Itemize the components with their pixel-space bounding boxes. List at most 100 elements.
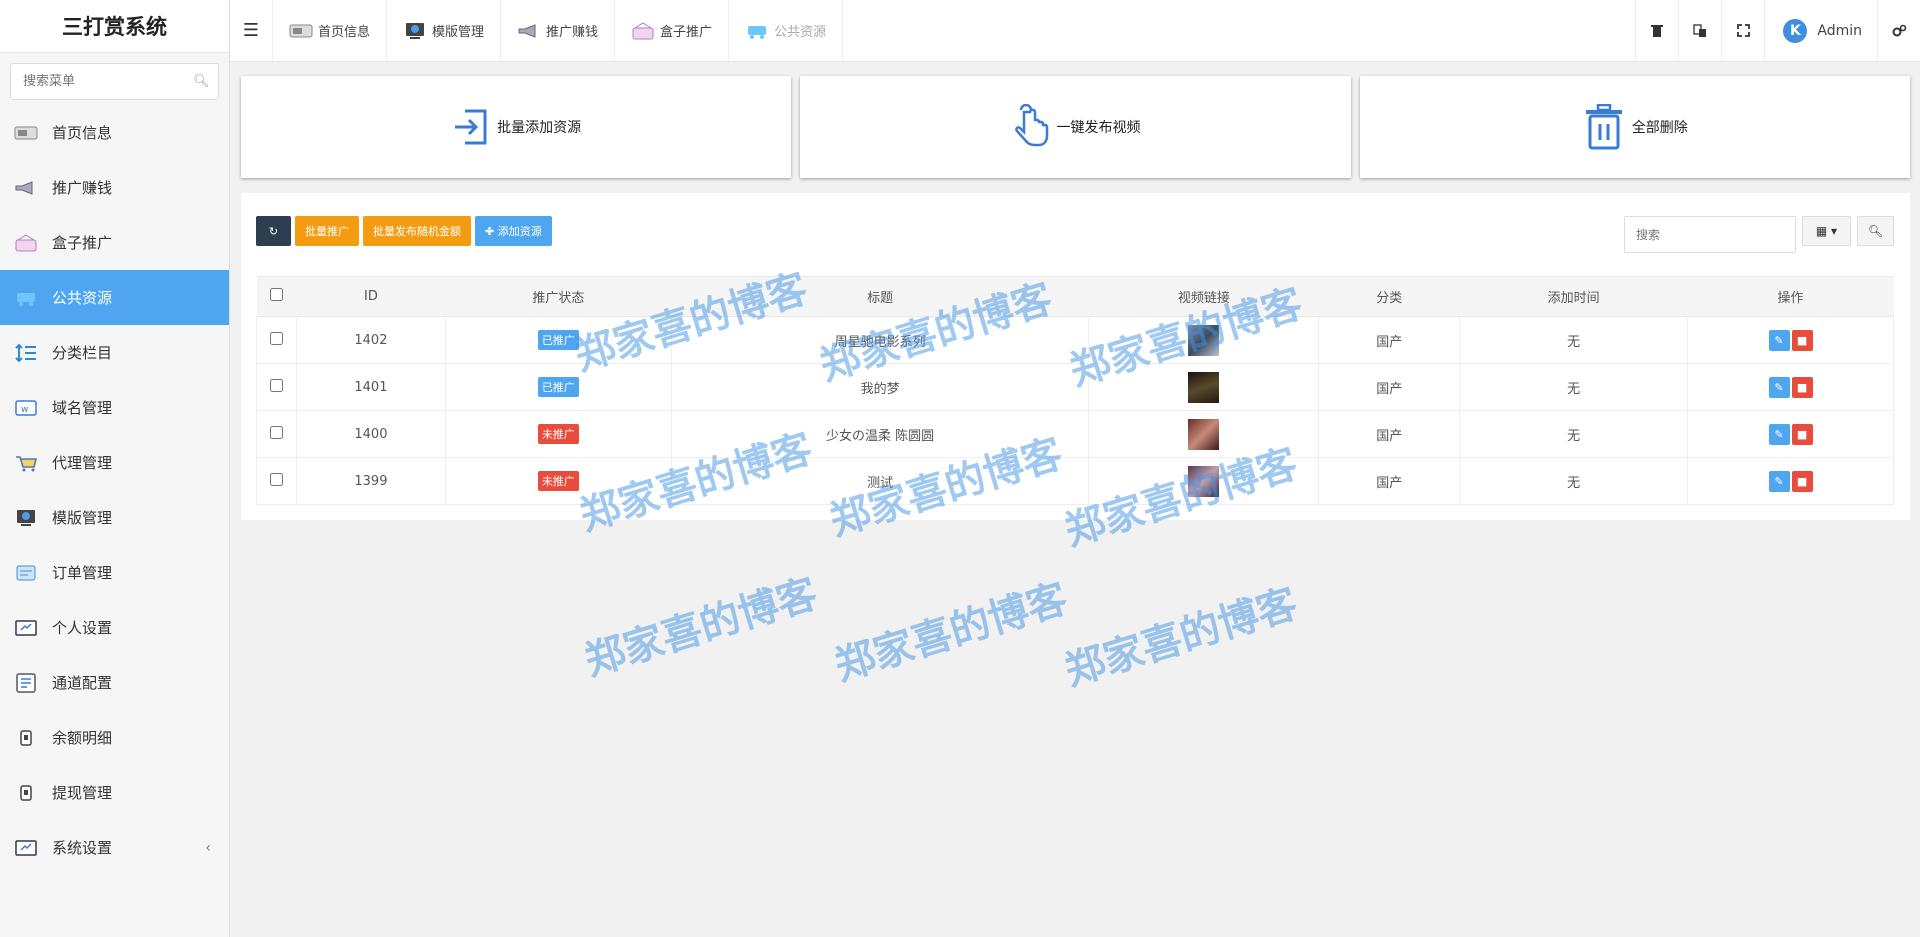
batch-promote-button[interactable]: 批量推广 bbox=[295, 216, 359, 246]
select-all-checkbox[interactable] bbox=[269, 288, 283, 301]
tab-public-resource[interactable]: 公共资源 bbox=[728, 0, 844, 61]
tab-box[interactable]: 盒子推广 bbox=[614, 0, 728, 61]
row-checkbox[interactable] bbox=[269, 331, 283, 345]
sidebar-item-domain[interactable]: w 域名管理 bbox=[0, 380, 229, 435]
sidebar-item-label: 模版管理 bbox=[52, 509, 113, 527]
column-header[interactable]: 推广状态 bbox=[445, 276, 672, 317]
tab-home[interactable]: 首页信息 bbox=[272, 0, 386, 61]
import-icon bbox=[455, 109, 487, 145]
sidebar-item-template[interactable]: 模版管理 bbox=[0, 490, 229, 545]
edit-pencil-icon[interactable]: ✎ bbox=[1768, 470, 1790, 492]
title-cell: 少女の温柔 陈圆圆 bbox=[670, 410, 1089, 458]
actions-cell: ✎ ■ bbox=[1687, 316, 1894, 364]
delete-trash-icon[interactable]: ■ bbox=[1791, 329, 1813, 351]
table-row: 1402 已推广 周星驰电影系列 国产 无 ✎ ■ bbox=[256, 316, 1894, 364]
row-checkbox[interactable] bbox=[269, 378, 283, 392]
menu-search-input[interactable] bbox=[23, 74, 193, 89]
publish-card[interactable]: 一键发布视频 bbox=[800, 76, 1351, 178]
resource-icon bbox=[745, 23, 769, 39]
batch-random-amount-button[interactable]: 批量发布随机金额 bbox=[363, 216, 471, 246]
fullscreen-icon[interactable] bbox=[1721, 0, 1764, 61]
sidebar-item-label: 提现管理 bbox=[52, 784, 113, 802]
top-right-tools: K Admin bbox=[1635, 0, 1920, 61]
id-cell: 1400 bbox=[295, 410, 446, 458]
column-header[interactable]: 添加时间 bbox=[1459, 276, 1688, 317]
sidebar-item-category[interactable]: 分类栏目 bbox=[0, 325, 229, 380]
column-header[interactable]: 视频链接 bbox=[1088, 276, 1319, 317]
table-row: 1400 未推广 少女の温柔 陈圆圆 国产 无 ✎ ■ bbox=[256, 410, 1894, 458]
menu-search[interactable]: 🔍︎ bbox=[10, 63, 219, 100]
resource-table: ID 推广状态 标题 视频链接 分类 添加时间 操作 1402 已推广 周星驰电… bbox=[256, 276, 1894, 505]
sidebar-item-order[interactable]: 订单管理 bbox=[0, 545, 229, 600]
video-thumbnail[interactable] bbox=[1188, 465, 1220, 497]
sidebar-item-box[interactable]: 盒子推广 bbox=[0, 215, 229, 270]
refresh-icon: ↻ bbox=[268, 224, 279, 238]
translate-icon[interactable] bbox=[1678, 0, 1721, 61]
sidebar-item-label: 余额明细 bbox=[52, 729, 113, 747]
video-thumbnail[interactable] bbox=[1188, 418, 1220, 450]
video-thumbnail[interactable] bbox=[1188, 371, 1220, 403]
status-badge: 已推广 bbox=[537, 377, 579, 397]
delete-trash-icon[interactable]: ■ bbox=[1791, 376, 1813, 398]
avatar: K bbox=[1783, 18, 1808, 43]
column-header[interactable]: 操作 bbox=[1687, 276, 1894, 317]
resource-icon bbox=[13, 288, 39, 308]
edit-pencil-icon[interactable]: ✎ bbox=[1768, 329, 1790, 351]
edit-pencil-icon[interactable]: ✎ bbox=[1768, 376, 1790, 398]
tap-hand-icon bbox=[1015, 104, 1049, 147]
table-search[interactable] bbox=[1624, 216, 1796, 253]
sidebar-item-agent[interactable]: 代理管理 bbox=[0, 435, 229, 490]
row-select-cell bbox=[256, 410, 297, 458]
title-cell: 周星驰电影系列 bbox=[670, 316, 1089, 364]
search-icon: 🔍︎ bbox=[1867, 224, 1884, 238]
trash-icon[interactable] bbox=[1635, 0, 1678, 61]
add-resource-button[interactable]: ✚ 添加资源 bbox=[475, 216, 552, 246]
batch-add-card[interactable]: 批量添加资源 bbox=[241, 76, 792, 178]
menu-toggle-icon[interactable]: ☰ bbox=[230, 0, 272, 61]
delete-all-card[interactable]: 全部删除 bbox=[1359, 76, 1910, 178]
system-settings-icon bbox=[13, 838, 39, 858]
status-cell: 未推广 bbox=[444, 410, 672, 458]
sidebar-item-label: 域名管理 bbox=[52, 399, 113, 417]
delete-trash-icon[interactable]: ■ bbox=[1791, 423, 1813, 445]
sidebar-item-promote[interactable]: 推广赚钱 bbox=[0, 160, 229, 215]
resource-table-panel: ↻ 批量推广 批量发布随机金额 ✚ 添加资源 ▦ ▾ 🔍︎ ID 推广状态 标题… bbox=[241, 193, 1910, 520]
sidebar-item-home[interactable]: 首页信息 bbox=[0, 105, 229, 160]
tab-template[interactable]: 模版管理 bbox=[386, 0, 500, 61]
gears-icon[interactable] bbox=[1877, 0, 1920, 61]
sidebar-item-label: 盒子推广 bbox=[52, 234, 113, 252]
box-icon bbox=[13, 233, 39, 253]
sidebar-item-system[interactable]: 系统设置 ‹ bbox=[0, 820, 229, 875]
video-thumbnail[interactable] bbox=[1188, 324, 1220, 356]
svg-text:w: w bbox=[21, 405, 28, 415]
sidebar-item-personal[interactable]: 个人设置 bbox=[0, 600, 229, 655]
tab-promote[interactable]: 推广赚钱 bbox=[500, 0, 614, 61]
sidebar-item-public-resource[interactable]: 公共资源 bbox=[0, 270, 229, 325]
cart-icon bbox=[13, 453, 39, 473]
sidebar-menu: 首页信息 推广赚钱 盒子推广 公共资源 分类栏目 w 域名管理 代理管理 模版管理… bbox=[0, 105, 229, 875]
balance-icon bbox=[13, 728, 39, 748]
delete-trash-icon[interactable]: ■ bbox=[1791, 470, 1813, 492]
watermark-text: 郑家喜的博客 bbox=[1059, 580, 1303, 695]
column-header[interactable]: 标题 bbox=[671, 276, 1089, 317]
user-menu[interactable]: K Admin bbox=[1764, 0, 1877, 61]
publish-label: 一键发布视频 bbox=[1056, 120, 1141, 136]
refresh-button[interactable]: ↻ bbox=[256, 216, 291, 246]
tab-label: 公共资源 bbox=[774, 25, 827, 40]
column-header[interactable]: 分类 bbox=[1318, 276, 1460, 317]
column-header[interactable]: ID bbox=[296, 276, 446, 317]
delete-all-label: 全部删除 bbox=[1631, 120, 1688, 136]
watermark-text: 郑家喜的博客 bbox=[829, 575, 1073, 690]
sidebar-item-withdraw[interactable]: 提现管理 bbox=[0, 765, 229, 820]
sidebar-item-channel[interactable]: 通道配置 bbox=[0, 655, 229, 710]
table-search-input[interactable] bbox=[1636, 227, 1784, 242]
edit-pencil-icon[interactable]: ✎ bbox=[1768, 423, 1790, 445]
columns-toggle-button[interactable]: ▦ ▾ bbox=[1802, 216, 1851, 246]
table-toolbar: ↻ 批量推广 批量发布随机金额 ✚ 添加资源 bbox=[256, 216, 552, 246]
row-checkbox[interactable] bbox=[269, 472, 283, 486]
row-checkbox[interactable] bbox=[269, 425, 283, 439]
sidebar-item-balance[interactable]: 余额明细 bbox=[0, 710, 229, 765]
search-button[interactable]: 🔍︎ bbox=[1857, 216, 1894, 246]
row-select-cell bbox=[256, 363, 297, 411]
chevron-left-icon[interactable]: ‹ bbox=[205, 840, 211, 856]
